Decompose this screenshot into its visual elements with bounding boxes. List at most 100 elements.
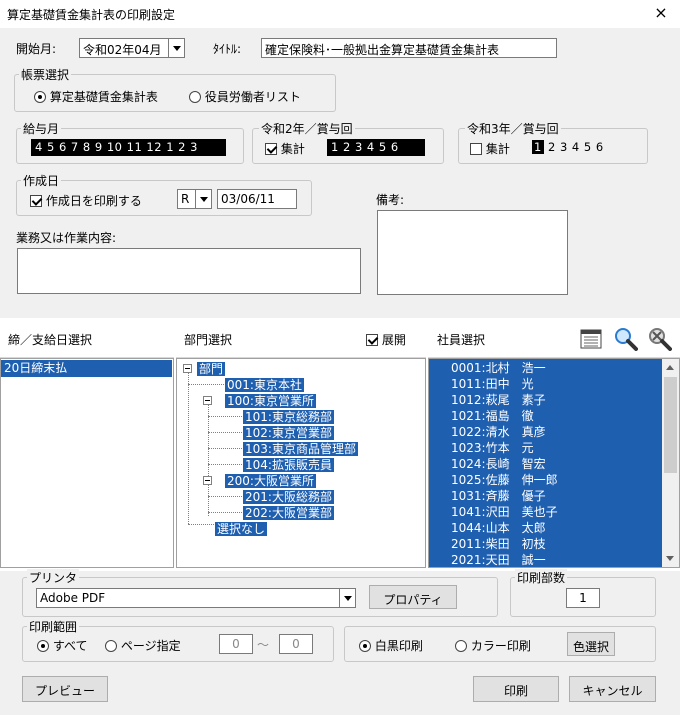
page-from-input[interactable]: 0 (219, 634, 253, 654)
tree-node[interactable]: 101:東京総務部 (243, 409, 334, 425)
employee-scrollbar[interactable] (662, 359, 679, 567)
radio-summary[interactable] (34, 91, 46, 103)
start-month-value: 令和02年04月 (83, 43, 162, 57)
title-input[interactable]: 確定保険料･一般拠出金算定基礎賃金集計表 (261, 38, 557, 58)
work-content-input[interactable] (17, 248, 361, 294)
print-button[interactable]: 印刷 (473, 676, 559, 702)
collapse-icon[interactable] (203, 396, 212, 405)
closing-panel-header: 締／支給日選択 (0, 318, 174, 358)
tree-node-label: 部門 (197, 362, 226, 376)
era-select[interactable]: R (177, 189, 212, 209)
start-month-select[interactable]: 令和02年04月 (79, 38, 185, 58)
employee-row[interactable]: 2011:柴田 初枝 (429, 536, 662, 552)
employee-row[interactable]: 1022:清水 真彦 (429, 424, 662, 440)
chevron-down-icon[interactable] (339, 589, 355, 607)
page-to-input[interactable]: 0 (279, 634, 313, 654)
remarks-input[interactable] (377, 210, 568, 295)
salary-month-selector[interactable]: 4 5 6 7 8 9 10 11 12 1 2 3 (31, 139, 226, 156)
range-all-label: すべて (52, 639, 88, 653)
tree-node[interactable]: 100:東京営業所 (225, 393, 316, 409)
cancel-button[interactable]: キャンセル (569, 676, 656, 702)
printer-title: プリンタ (27, 569, 80, 586)
form-option-officer-list[interactable]: 役員労働者リスト (189, 88, 301, 105)
employee-list[interactable]: 0001:北村 浩一 1011:田中 光 1012:萩尾 素子 1021:福島 … (428, 358, 680, 568)
list-icon[interactable] (580, 329, 602, 349)
employee-row[interactable]: 2021:天田 誠一 (429, 552, 662, 567)
employee-row[interactable]: 1041:沢田 美也子 (429, 504, 662, 520)
copies-input[interactable]: 1 (566, 588, 600, 608)
expand-label: 展開 (381, 333, 406, 347)
collapse-icon[interactable] (183, 364, 192, 373)
properties-button[interactable]: プロパティ (369, 585, 457, 609)
tree-node[interactable]: 103:東京商品管理部 (243, 441, 358, 457)
chevron-down-icon[interactable] (195, 190, 211, 208)
print-date-checkbox[interactable] (30, 195, 42, 207)
tree-node[interactable]: 201:大阪総務部 (243, 489, 334, 505)
tree-node[interactable]: 選択なし (215, 521, 268, 537)
employee-row[interactable]: 1031:斉藤 優子 (429, 488, 662, 504)
employee-row[interactable]: 1012:萩尾 素子 (429, 392, 662, 408)
radio-color[interactable] (455, 640, 467, 652)
printer-select[interactable]: Adobe PDF (36, 588, 356, 608)
range-pages-option[interactable]: ページ指定 (105, 637, 181, 654)
employee-row[interactable]: 1011:田中 光 (429, 376, 662, 392)
mono-print-option[interactable]: 白黒印刷 (359, 637, 423, 654)
radio-range-all[interactable] (37, 640, 49, 652)
search-clear-icon[interactable] (648, 327, 672, 351)
tree-node[interactable]: 200:大阪営業所 (225, 473, 316, 489)
tree-node-label: 104:拡張販売員 (243, 458, 334, 472)
print-date-check[interactable]: 作成日を印刷する (30, 192, 142, 209)
radio-mono[interactable] (359, 640, 371, 652)
dept-panel-header: 部門選択 展開 (176, 318, 426, 358)
r3-bonus-check[interactable]: 集計 (470, 140, 510, 157)
employee-row[interactable]: 1044:山本 太郎 (429, 520, 662, 536)
tree-node-label: 101:東京総務部 (243, 410, 334, 424)
employee-row[interactable]: 1025:佐藤 伸一郎 (429, 472, 662, 488)
creation-date-input[interactable]: 03/06/11 (217, 189, 297, 209)
expand-check[interactable]: 展開 (366, 331, 406, 348)
r3-bonus-selector[interactable]: 1 2 3 4 5 6 (530, 139, 630, 156)
closing-list[interactable]: 20日締末払 (0, 358, 174, 568)
chevron-down-icon[interactable] (168, 39, 184, 57)
window-title: 算定基礎賃金集計表の印刷設定 (7, 8, 176, 22)
r2-bonus-title: 令和2年／賞与回 (259, 120, 355, 137)
r2-bonus-check[interactable]: 集計 (265, 140, 305, 157)
form-option-summary[interactable]: 算定基礎賃金集計表 (34, 88, 158, 105)
tree-node[interactable]: 102:東京営業部 (243, 425, 334, 441)
tree-node[interactable]: 202:大阪営業部 (243, 505, 334, 521)
closing-list-item[interactable]: 20日締末払 (1, 360, 172, 377)
r2-bonus-checkbox[interactable] (265, 143, 277, 155)
collapse-icon[interactable] (203, 476, 212, 485)
employee-row[interactable]: 0001:北村 浩一 (429, 360, 662, 376)
scroll-up-icon[interactable] (662, 359, 679, 376)
color-select-button[interactable]: 色選択 (567, 632, 615, 656)
employee-row[interactable]: 1021:福島 徹 (429, 408, 662, 424)
employee-row[interactable]: 1024:長崎 智宏 (429, 456, 662, 472)
employee-row[interactable]: 1023:竹本 元 (429, 440, 662, 456)
r3-bonus-first[interactable]: 1 (532, 140, 544, 154)
range-all-option[interactable]: すべて (37, 637, 88, 654)
search-icon[interactable] (614, 327, 638, 351)
expand-checkbox[interactable] (366, 334, 378, 346)
tree-node-root[interactable]: 部門 (197, 361, 226, 377)
tree-node-label: 選択なし (215, 522, 268, 536)
dept-tree[interactable]: 部門 001:東京本社 100:東京営業所 101:東京総務部 102:東京営業… (176, 358, 426, 568)
radio-officer-list[interactable] (189, 91, 201, 103)
radio-range-pages[interactable] (105, 640, 117, 652)
printer-value: Adobe PDF (40, 591, 106, 605)
tree-node[interactable]: 104:拡張販売員 (243, 457, 334, 473)
preview-button[interactable]: プレビュー (22, 676, 108, 702)
color-print-option[interactable]: カラー印刷 (455, 637, 531, 654)
close-icon[interactable]: × (652, 3, 670, 22)
r3-bonus-rest[interactable]: 2 3 4 5 6 (548, 140, 604, 154)
form-option-summary-label: 算定基礎賃金集計表 (49, 90, 158, 104)
tree-node[interactable]: 001:東京本社 (225, 377, 304, 393)
scroll-down-icon[interactable] (662, 550, 679, 567)
employee-list-items: 0001:北村 浩一 1011:田中 光 1012:萩尾 素子 1021:福島 … (429, 359, 662, 567)
scroll-thumb[interactable] (664, 377, 677, 473)
creation-date-title: 作成日 (21, 172, 62, 189)
r2-bonus-selector[interactable]: 1 2 3 4 5 6 (327, 139, 425, 156)
r3-bonus-checkbox[interactable] (470, 143, 482, 155)
form-option-officer-list-label: 役員労働者リスト (204, 90, 301, 104)
form-select-title: 帳票選択 (19, 66, 72, 83)
